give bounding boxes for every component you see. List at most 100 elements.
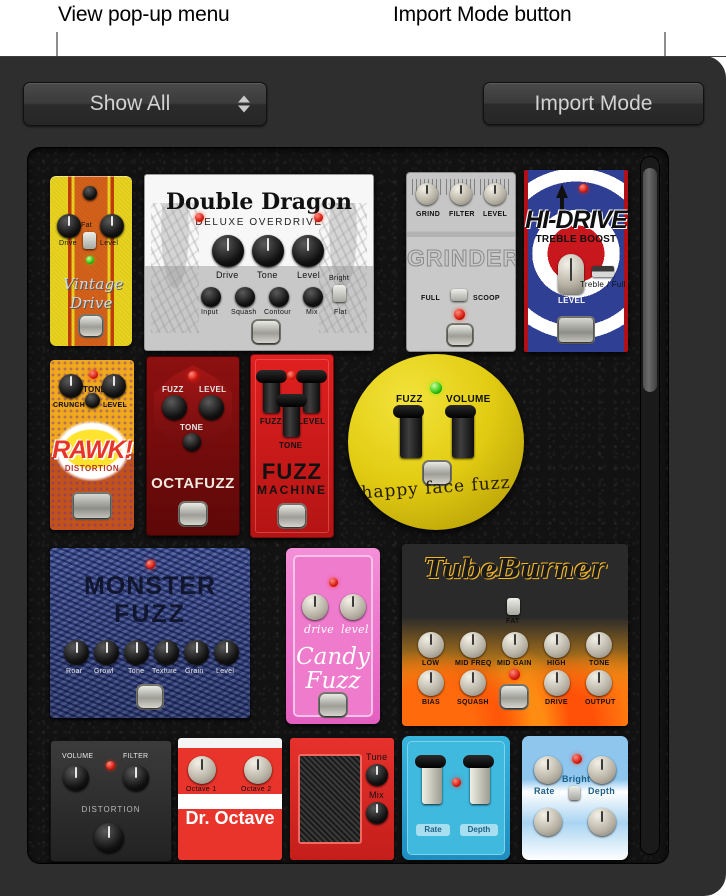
import-mode-callout-label: Import Mode button bbox=[393, 3, 572, 26]
knob-filter[interactable] bbox=[450, 183, 472, 205]
knob-fuzz[interactable] bbox=[256, 370, 287, 413]
knob-grain[interactable] bbox=[184, 640, 209, 665]
pedal-tile-vintage-drive[interactable]: Drive Level Fat Vintage Drive bbox=[50, 176, 132, 346]
knob-extra-left[interactable] bbox=[534, 808, 562, 836]
import-mode-button[interactable]: Import Mode bbox=[483, 82, 704, 125]
knob-tone[interactable] bbox=[124, 640, 149, 665]
knob-mid-freq[interactable] bbox=[460, 632, 486, 658]
toggle-fat[interactable] bbox=[83, 232, 96, 249]
knob-drive[interactable] bbox=[544, 670, 570, 696]
footswitch[interactable] bbox=[320, 694, 346, 716]
pedal-tile-hi-drive[interactable]: HI-DRIVE TREBLE BOOST LEVEL Treble / Ful… bbox=[524, 170, 628, 352]
pedal-tile-cyan-modulation[interactable]: Rate Depth bbox=[402, 736, 510, 860]
pedal-tile-distortion[interactable]: VOLUME FILTER DISTORTION bbox=[50, 740, 172, 862]
knob-rate[interactable] bbox=[534, 756, 562, 784]
footswitch[interactable] bbox=[138, 686, 162, 708]
knob-volume[interactable] bbox=[445, 405, 476, 458]
footswitch[interactable] bbox=[80, 316, 102, 336]
knob-tone[interactable] bbox=[586, 632, 612, 658]
knob-squash[interactable] bbox=[235, 287, 255, 307]
vertical-scrollbar[interactable] bbox=[640, 156, 660, 855]
scrollbar-thumb[interactable] bbox=[643, 168, 657, 392]
pedal-tile-fuzz-machine[interactable]: FUZZ LEVEL TONE FUZZ MACHINE bbox=[250, 354, 334, 538]
pedal-tile-monster-fuzz[interactable]: MONSTER FUZZ Roar Growl Tone Texture Gra… bbox=[50, 548, 250, 718]
footswitch[interactable] bbox=[559, 318, 593, 342]
knob-level[interactable] bbox=[296, 370, 327, 413]
knob-volume[interactable] bbox=[63, 765, 89, 791]
knob-input[interactable] bbox=[201, 287, 221, 307]
footswitch[interactable] bbox=[74, 494, 110, 518]
pedal-tile-tube-burner[interactable]: TubeBurner FAT LOW MID FREQ MID GAIN HIG… bbox=[402, 544, 628, 726]
pedal-tile-double-dragon[interactable]: Double Dragon DELUXE OVERDRIVE Drive Ton… bbox=[144, 174, 374, 351]
pedal-browser-well[interactable]: Drive Level Fat Vintage Drive Double Dra… bbox=[28, 148, 668, 863]
knob-label-input: Input bbox=[201, 309, 219, 316]
view-popup-menu[interactable]: Show All bbox=[23, 82, 267, 126]
knob-level[interactable] bbox=[292, 235, 324, 267]
knob-label-tune: Tune bbox=[366, 752, 388, 762]
footswitch[interactable] bbox=[279, 505, 305, 527]
knob-extra-right[interactable] bbox=[588, 808, 616, 836]
pedal-tile-rawk-distortion[interactable]: CRUNCH TONE LEVEL RAWK! DISTORTION bbox=[50, 360, 134, 530]
knob-distortion[interactable] bbox=[94, 823, 124, 853]
knob-depth[interactable] bbox=[463, 755, 494, 804]
toggle-full-scoop[interactable] bbox=[451, 289, 467, 301]
pedal-name-line-2: Drive bbox=[70, 294, 113, 312]
knob-fuzz[interactable] bbox=[162, 395, 187, 420]
pedal-tile-red-pedal[interactable]: Tune Mix bbox=[290, 738, 394, 860]
knob-mix[interactable] bbox=[366, 802, 388, 824]
knob-texture[interactable] bbox=[154, 640, 179, 665]
led-green bbox=[86, 256, 94, 264]
knob-high[interactable] bbox=[544, 632, 570, 658]
knob-low[interactable] bbox=[418, 632, 444, 658]
knob-squash[interactable] bbox=[460, 670, 486, 696]
knob-drive[interactable] bbox=[302, 594, 328, 620]
knob-bias[interactable] bbox=[418, 670, 444, 696]
knob-level[interactable] bbox=[100, 214, 124, 238]
footswitch[interactable] bbox=[253, 321, 279, 343]
toggle-bright-flat[interactable] bbox=[333, 285, 346, 302]
knob-grind[interactable] bbox=[416, 183, 438, 205]
led-red bbox=[89, 370, 98, 379]
knob-tune[interactable] bbox=[366, 764, 388, 786]
knob-octave-2[interactable] bbox=[244, 756, 272, 784]
footswitch[interactable] bbox=[180, 503, 206, 525]
pedal-tile-happy-face-fuzz[interactable]: FUZZ VOLUME happy face fuzz bbox=[348, 354, 524, 530]
toggle-bright[interactable] bbox=[569, 786, 580, 800]
pedal-tile-sky-chorus[interactable]: Bright Rate Depth bbox=[522, 736, 628, 860]
footswitch[interactable] bbox=[501, 686, 527, 708]
knob-tone[interactable] bbox=[252, 235, 284, 267]
pedal-tile-octafuzz[interactable]: FUZZ LEVEL TONE OCTAFUZZ bbox=[146, 356, 240, 536]
pedal-tile-dr-octave[interactable]: Octave 1 Octave 2 Dr. Octave bbox=[178, 738, 282, 860]
knob-drive[interactable] bbox=[212, 235, 244, 267]
knob-rate[interactable] bbox=[415, 755, 446, 804]
knob-drive[interactable] bbox=[57, 214, 81, 238]
knob-label-drive: Drive bbox=[59, 240, 77, 247]
toggle-treble-full[interactable] bbox=[592, 266, 614, 277]
pedal-tile-grinder[interactable]: GRIND FILTER LEVEL GRINDER FULL SCOOP bbox=[406, 172, 516, 352]
knob-level[interactable] bbox=[484, 183, 506, 205]
knob-level[interactable] bbox=[214, 640, 239, 665]
knob-level[interactable] bbox=[102, 374, 126, 398]
knob-crunch[interactable] bbox=[59, 374, 83, 398]
switch-label-scoop: SCOOP bbox=[473, 295, 500, 302]
knob-contour[interactable] bbox=[269, 287, 289, 307]
knob-tone[interactable] bbox=[183, 433, 201, 451]
footswitch[interactable] bbox=[448, 325, 472, 345]
pedal-tile-candy-fuzz[interactable]: drive level Candy Fuzz bbox=[286, 548, 380, 724]
knob-tone[interactable] bbox=[276, 394, 307, 437]
knob-label-volume: VOLUME bbox=[62, 753, 94, 760]
knob-output[interactable] bbox=[586, 670, 612, 696]
knob-roar[interactable] bbox=[64, 640, 89, 665]
knob-aux[interactable] bbox=[83, 186, 97, 200]
knob-tone[interactable] bbox=[85, 393, 100, 408]
knob-fuzz[interactable] bbox=[393, 405, 424, 458]
knob-mix[interactable] bbox=[303, 287, 323, 307]
knob-level[interactable] bbox=[199, 395, 224, 420]
knob-depth[interactable] bbox=[588, 756, 616, 784]
knob-filter[interactable] bbox=[123, 765, 149, 791]
toggle-fat[interactable] bbox=[507, 598, 520, 615]
knob-mid-gain[interactable] bbox=[502, 632, 528, 658]
knob-octave-1[interactable] bbox=[188, 756, 216, 784]
knob-growl[interactable] bbox=[94, 640, 119, 665]
knob-level[interactable] bbox=[340, 594, 366, 620]
